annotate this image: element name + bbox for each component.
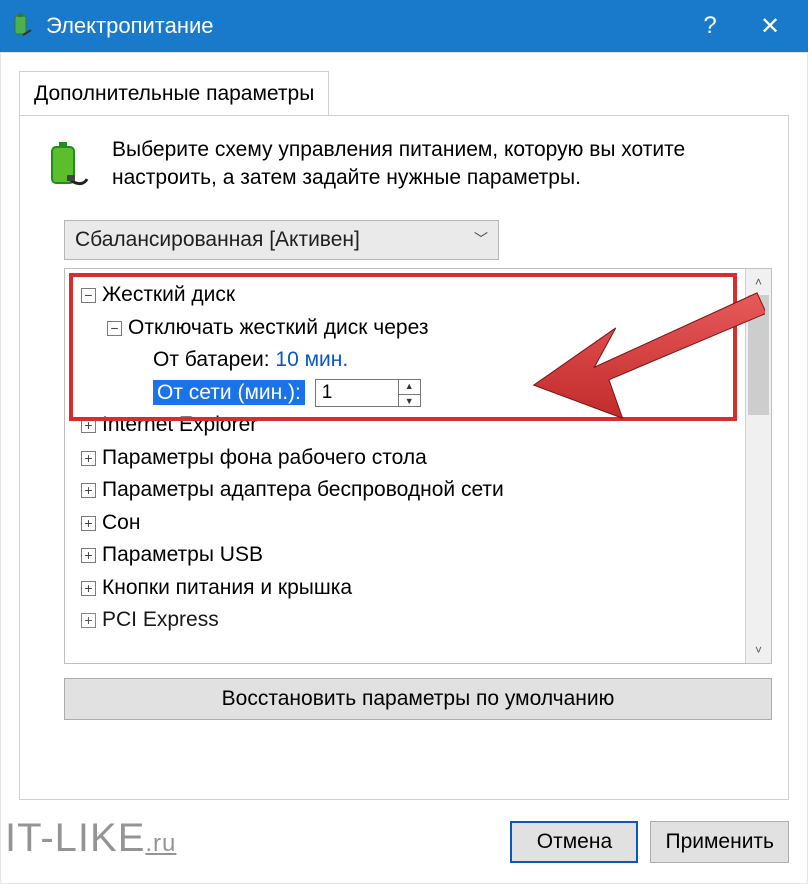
scroll-thumb[interactable] — [748, 295, 769, 415]
expand-icon[interactable]: + — [81, 451, 96, 466]
scroll-down-icon[interactable]: ˅ — [746, 637, 771, 663]
tree-scrollbar[interactable]: ˄ ˅ — [745, 269, 771, 663]
plugged-value-input[interactable] — [316, 380, 398, 406]
tree-node-sleep[interactable]: +Сон — [81, 507, 763, 540]
close-button[interactable]: ✕ — [740, 0, 800, 52]
window-title: Электропитание — [46, 13, 680, 39]
power-plan-value: Сбалансированная [Активен] — [75, 228, 360, 252]
spin-down-icon[interactable]: ▼ — [399, 395, 420, 409]
client-area: Дополнительные параметры Выберите схему … — [0, 52, 808, 884]
expand-icon[interactable]: + — [81, 613, 96, 628]
expand-icon[interactable]: + — [81, 581, 96, 596]
setting-plugged-in[interactable]: От сети (мин.): ▲ ▼ — [81, 377, 763, 410]
tab-panel: Выберите схему управления питанием, кото… — [19, 115, 789, 800]
tree-node-usb[interactable]: +Параметры USB — [81, 539, 763, 572]
dialog-buttons: Отмена Применить — [510, 821, 789, 863]
battery-value[interactable]: 10 мин. — [275, 348, 348, 371]
intro-row: Выберите схему управления питанием, кото… — [36, 136, 772, 194]
tab-advanced[interactable]: Дополнительные параметры — [19, 71, 329, 116]
settings-tree: −Жесткий диск −Отключать жесткий диск че… — [64, 268, 772, 664]
help-button[interactable]: ? — [680, 0, 740, 52]
collapse-icon[interactable]: − — [81, 288, 96, 303]
battery-icon — [36, 136, 94, 194]
power-plan-dropdown[interactable]: Сбалансированная [Активен] ﹀ — [64, 220, 499, 260]
plugged-value-spinner[interactable]: ▲ ▼ — [315, 379, 421, 407]
intro-text: Выберите схему управления питанием, кото… — [112, 136, 772, 194]
expand-icon[interactable]: + — [81, 516, 96, 531]
tree-node-ie[interactable]: +Internet Explorer — [81, 409, 763, 442]
chevron-down-icon: ﹀ — [474, 229, 488, 249]
tree-node-turn-off-hdd[interactable]: −Отключать жесткий диск через — [81, 312, 763, 345]
spin-up-icon[interactable]: ▲ — [399, 380, 420, 395]
tree-node-power-buttons[interactable]: +Кнопки питания и крышка — [81, 572, 763, 605]
scroll-up-icon[interactable]: ˄ — [746, 269, 771, 295]
restore-defaults-button[interactable]: Восстановить параметры по умолчанию — [64, 678, 772, 720]
setting-on-battery[interactable]: От батареи: 10 мин. — [81, 344, 763, 377]
plugged-label-selected: От сети (мин.): — [153, 380, 305, 405]
expand-icon[interactable]: + — [81, 483, 96, 498]
tree-node-desktop-bg[interactable]: +Параметры фона рабочего стола — [81, 442, 763, 475]
expand-icon[interactable]: + — [81, 548, 96, 563]
power-icon — [8, 12, 36, 40]
tree-node-wireless[interactable]: +Параметры адаптера беспроводной сети — [81, 474, 763, 507]
tree-node-hard-disk[interactable]: −Жесткий диск — [81, 279, 763, 312]
watermark: IT-LIKE.ru — [5, 816, 176, 861]
apply-button[interactable]: Применить — [650, 821, 789, 863]
tab-strip: Дополнительные параметры — [19, 71, 789, 116]
cancel-button[interactable]: Отмена — [510, 821, 638, 863]
title-bar: Электропитание ? ✕ — [0, 0, 808, 52]
collapse-icon[interactable]: − — [107, 321, 122, 336]
expand-icon[interactable]: + — [81, 418, 96, 433]
tree-node-pci[interactable]: +PCI Express — [81, 604, 763, 637]
